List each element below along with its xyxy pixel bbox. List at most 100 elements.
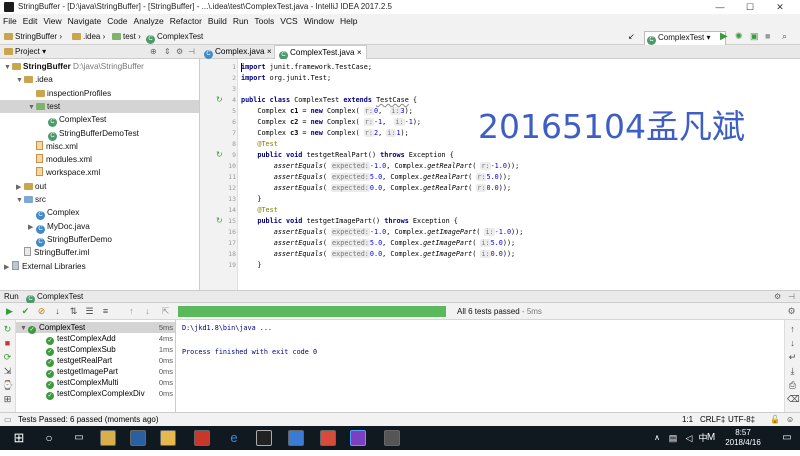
chevron-down-icon[interactable]: ▼ (16, 74, 24, 87)
sync-icon[interactable]: ⊕ (150, 46, 157, 57)
network-icon[interactable]: ▤ (666, 426, 680, 450)
show-ignored-icon[interactable]: ⊘ (36, 306, 47, 317)
debug-icon[interactable]: ✺ (735, 31, 743, 42)
test-case-row[interactable]: ✓ testComplexMulti 0ms (16, 377, 175, 389)
stop-icon[interactable]: ■ (2, 338, 13, 349)
wrap-icon[interactable]: ↵ (787, 352, 798, 363)
hide-icon[interactable]: ⊣ (188, 46, 195, 57)
line-separator[interactable]: CRLF‡ (700, 415, 725, 424)
breadcrumb-test[interactable]: test › (112, 31, 141, 42)
hide-icon[interactable]: ⊣ (788, 291, 795, 302)
history-icon[interactable]: ⌚ (2, 380, 13, 391)
next-test-icon[interactable]: ↓ (142, 306, 153, 317)
minimize-button[interactable]: — (708, 1, 732, 13)
menu-view[interactable]: View (40, 14, 64, 28)
settings-icon[interactable]: ⚙ (176, 46, 183, 57)
tree-item[interactable]: ▼ StringBuffer D:\java\StringBuffer (0, 60, 199, 73)
test-case-row[interactable]: ✓ testgetRealPart 0ms (16, 355, 175, 367)
menu-edit[interactable]: Edit (20, 14, 41, 28)
menu-help[interactable]: Help (337, 14, 360, 28)
expand-all-icon[interactable]: ☰ (84, 306, 95, 317)
console-output[interactable]: D:\jkd1.8\bin\java ... Process finished … (176, 320, 784, 412)
menu-build[interactable]: Build (205, 14, 230, 28)
run-test-gutter-icon[interactable]: ↻ (216, 95, 223, 104)
tab-complex-java[interactable]: C Complex.java × (200, 45, 276, 59)
breadcrumb-project[interactable]: StringBuffer › (4, 31, 62, 42)
export-icon[interactable]: ⇱ (160, 306, 171, 317)
breadcrumb-idea[interactable]: .idea › (72, 31, 105, 42)
scroll-end-icon[interactable]: ⤓ (787, 366, 798, 377)
lock-icon[interactable]: 🔓 (770, 415, 780, 424)
tree-item[interactable]: C ComplexTest (0, 113, 199, 128)
cursor-position[interactable]: 1:1 (682, 415, 693, 424)
tree-item[interactable]: ▼ .idea (0, 73, 199, 86)
maximize-button[interactable]: ☐ (738, 1, 762, 13)
test-case-row[interactable]: ✓ testComplexAdd 4ms (16, 333, 175, 345)
chevron-up-icon[interactable]: ∧ (650, 426, 664, 450)
sort-alpha-icon[interactable]: ↓ (52, 306, 63, 317)
previous-test-icon[interactable]: ↑ (126, 306, 137, 317)
search-icon[interactable]: ○ (40, 426, 58, 450)
test-suite-row[interactable]: ▼ ✓ ComplexTest 5ms (16, 322, 175, 334)
settings-icon[interactable]: ⚙ (774, 291, 781, 302)
run-config-select[interactable]: C ComplexTest ▾ (644, 31, 726, 46)
tree-item[interactable]: ▼ test (0, 99, 199, 114)
chevron-right-icon[interactable]: ▶ (28, 221, 36, 234)
tree-item[interactable]: inspectionProfiles (0, 87, 199, 100)
code-editor[interactable]: import junit.framework.TestCase; import o… (238, 59, 800, 290)
close-tab-icon[interactable]: × (267, 47, 272, 56)
stop-icon[interactable]: ■ (765, 31, 770, 42)
taskbar-app-explorer[interactable] (98, 426, 118, 450)
chevron-down-icon[interactable]: ▼ (28, 101, 36, 114)
tree-item[interactable]: StringBuffer.iml (0, 246, 199, 259)
chevron-right-icon[interactable]: ▶ (16, 181, 24, 194)
menu-navigate[interactable]: Navigate (65, 14, 105, 28)
clock[interactable]: 8:57 2018/4/16 (718, 426, 768, 450)
tool-window-icon[interactable]: ▭ (4, 415, 12, 424)
taskbar-app-qq[interactable] (254, 426, 274, 450)
test-case-row[interactable]: ✓ testgetImagePart 0ms (16, 366, 175, 378)
taskbar-app-intellij[interactable] (348, 426, 368, 450)
taskbar-app-terminal[interactable] (382, 426, 402, 450)
toggle-auto-test-icon[interactable]: ⟳ (2, 352, 13, 363)
tree-item[interactable]: ▶ C MyDoc.java (0, 220, 199, 234)
notification-icon[interactable]: ▭ (778, 426, 796, 450)
test-case-row[interactable]: ✓ testComplexComplexDiv 0ms (16, 388, 175, 400)
coverage-icon[interactable]: ▣ (750, 31, 759, 42)
menu-analyze[interactable]: Analyze (131, 14, 167, 28)
menu-file[interactable]: File (0, 14, 20, 28)
close-button[interactable]: ✕ (768, 1, 792, 13)
rerun-icon[interactable]: ▶ (4, 306, 15, 317)
tree-item[interactable]: ▶ out (0, 180, 199, 193)
tree-item[interactable]: ▶ External Libraries (0, 260, 199, 273)
menu-run[interactable]: Run (230, 14, 252, 28)
pin-icon[interactable]: ⊞ (2, 394, 13, 405)
menu-code[interactable]: Code (104, 14, 130, 28)
menu-tools[interactable]: Tools (251, 14, 277, 28)
clear-icon[interactable]: ⌫ (787, 394, 800, 405)
back-arrow-icon[interactable]: ↙ (628, 31, 635, 42)
tree-item[interactable]: ▼ src (0, 193, 199, 206)
tree-item[interactable]: C StringBufferDemo (0, 233, 199, 247)
import-tests-icon[interactable]: ⇲ (2, 366, 13, 377)
taskbar-app-video[interactable] (318, 426, 338, 450)
run-icon[interactable]: ▶ (720, 31, 728, 42)
tab-complextest-java[interactable]: C ComplexTest.java × (274, 45, 367, 60)
menu-refactor[interactable]: Refactor (167, 14, 205, 28)
tree-item[interactable]: misc.xml (0, 140, 199, 153)
tree-item[interactable]: workspace.xml (0, 166, 199, 179)
edge-icon[interactable]: e (224, 426, 244, 450)
run-test-gutter-icon[interactable]: ↻ (216, 216, 223, 225)
up-icon[interactable]: ↑ (787, 324, 798, 335)
tree-item[interactable]: C StringBufferDemoTest (0, 127, 199, 141)
test-case-row[interactable]: ✓ testComplexSub 1ms (16, 344, 175, 356)
taskbar-app-office[interactable] (192, 426, 212, 450)
menu-window[interactable]: Window (301, 14, 337, 28)
sort-duration-icon[interactable]: ⇅ (68, 306, 79, 317)
chevron-down-icon[interactable]: ▼ (4, 61, 12, 74)
collapse-all-icon[interactable]: ≡ (100, 306, 111, 317)
taskbar-app-store[interactable] (128, 426, 148, 450)
tree-item[interactable]: modules.xml (0, 153, 199, 166)
print-icon[interactable]: ⎙ (787, 380, 798, 391)
close-tab-icon[interactable]: × (357, 48, 362, 57)
